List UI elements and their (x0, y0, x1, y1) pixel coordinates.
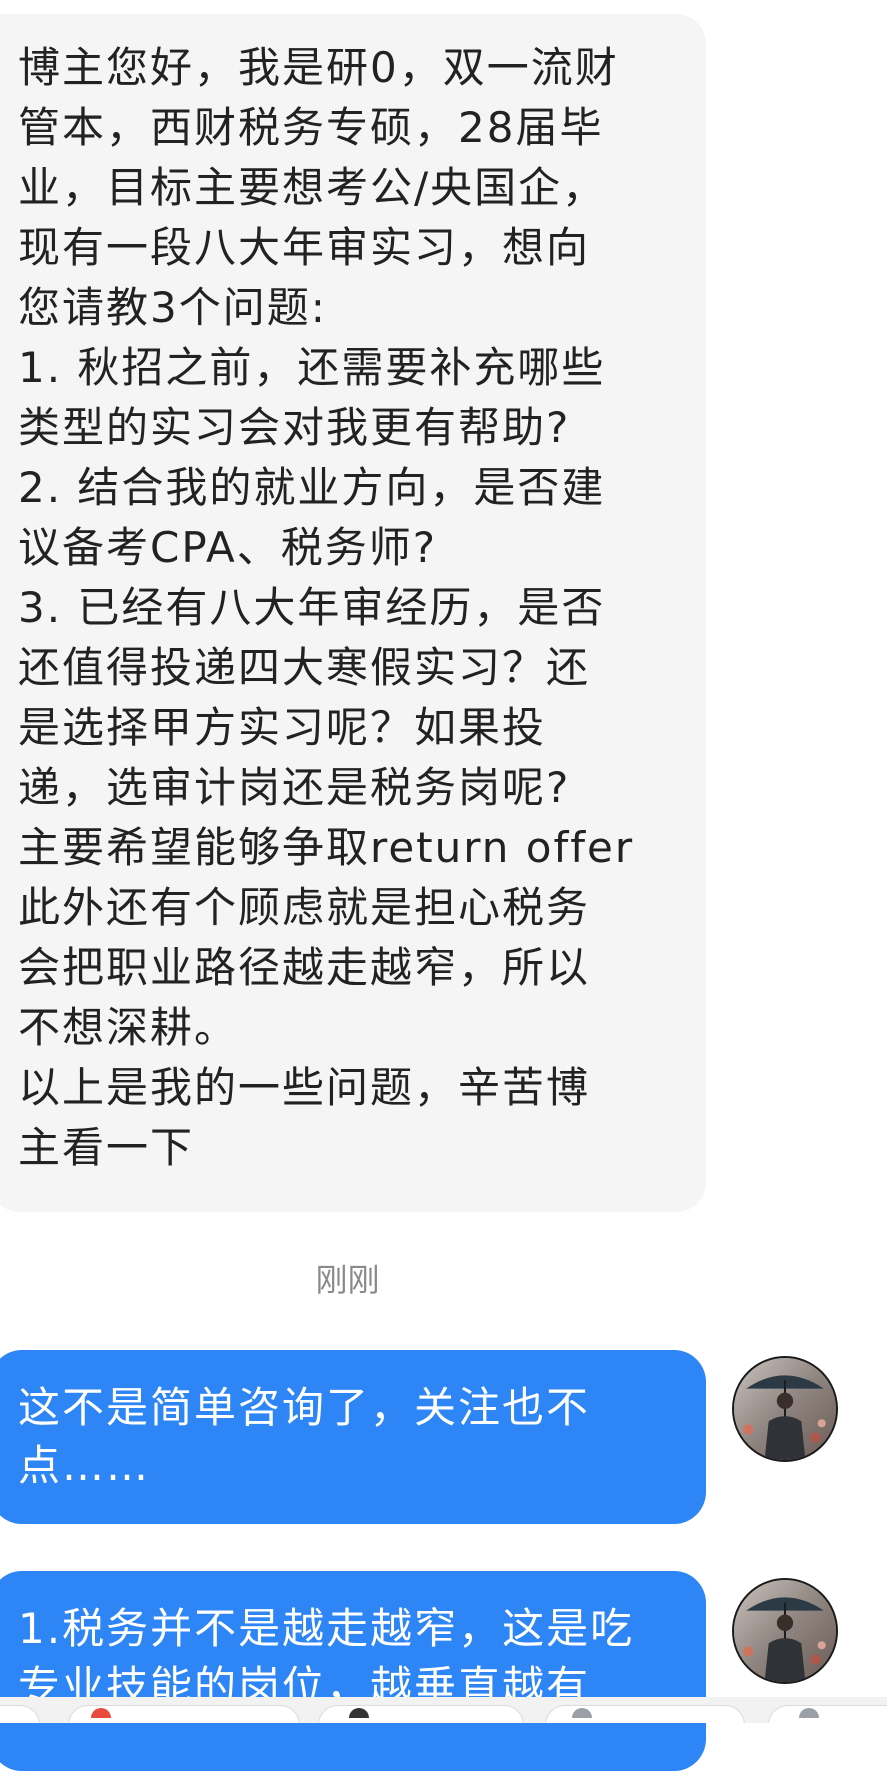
message-timestamp: 刚刚 (315, 1261, 380, 1299)
outgoing-message-bubble[interactable]: 这不是简单咨询了，关注也不 点…… (0, 1350, 706, 1524)
bottom-action-bar (0, 1697, 887, 1723)
avatar-person-icon (734, 1358, 836, 1460)
message-line: 博主您好，我是研0，双一流财 (18, 43, 619, 92)
avatar-person-icon (734, 1580, 836, 1682)
message-line: 点…… (18, 1441, 151, 1490)
avatar[interactable] (732, 1356, 838, 1462)
message-line: 以上是我的一些问题，辛苦博 (18, 1063, 591, 1112)
message-line: 现有一段八大年审实习，想向 (18, 223, 591, 272)
outgoing-message-bubble[interactable]: 1.税务并不是越走越窄，这是吃 专业技能的岗位，越垂直越有 (0, 1571, 706, 1771)
quick-action-chip[interactable] (768, 1705, 887, 1723)
avatar[interactable] (732, 1578, 838, 1684)
incoming-message-bubble[interactable]: 博主您好，我是研0，双一流财 管本，西财税务专硕，28届毕 业，目标主要想考公/… (0, 14, 706, 1212)
chip-icon (572, 1708, 592, 1718)
message-line: 主看一下 (18, 1123, 195, 1172)
message-line: 会把职业路径越走越窄，所以 (18, 943, 591, 992)
message-line: 是选择甲方实习呢？如果投 (18, 703, 547, 752)
chip-icon (799, 1708, 819, 1718)
quick-action-chip[interactable] (318, 1705, 524, 1723)
quick-action-chip[interactable] (545, 1705, 745, 1723)
message-line: 递，选审计岗还是税务岗呢? (18, 763, 571, 812)
quick-action-chip[interactable] (68, 1705, 300, 1723)
message-line: 不想深耕。 (18, 1003, 239, 1052)
message-line: 主要希望能够争取return offer (18, 823, 635, 872)
message-line: 1.税务并不是越走越窄，这是吃 (18, 1604, 635, 1653)
message-line: 还值得投递四大寒假实习？还 (18, 643, 591, 692)
quick-action-chip[interactable] (0, 1705, 40, 1723)
message-line: 1. 秋招之前，还需要补充哪些 (18, 343, 606, 392)
message-line: 管本，西财税务专硕，28届毕 (18, 103, 604, 152)
message-line: 3. 已经有八大年审经历，是否 (18, 583, 606, 632)
message-line: 这不是简单咨询了，关注也不 (18, 1383, 591, 1432)
chip-icon (349, 1708, 369, 1718)
message-line: 此外还有个顾虑就是担心税务 (18, 883, 591, 932)
message-line: 业，目标主要想考公/央国企， (18, 163, 607, 212)
message-line: 类型的实习会对我更有帮助? (18, 403, 571, 452)
chat-area[interactable]: 博主您好，我是研0，双一流财 管本，西财税务专硕，28届毕 业，目标主要想考公/… (0, 0, 887, 1771)
message-line: 您请教3个问题: (18, 283, 327, 332)
message-line: 2. 结合我的就业方向，是否建 (18, 463, 606, 512)
message-line: 议备考CPA、税务师? (18, 523, 437, 572)
chip-icon (91, 1708, 111, 1718)
